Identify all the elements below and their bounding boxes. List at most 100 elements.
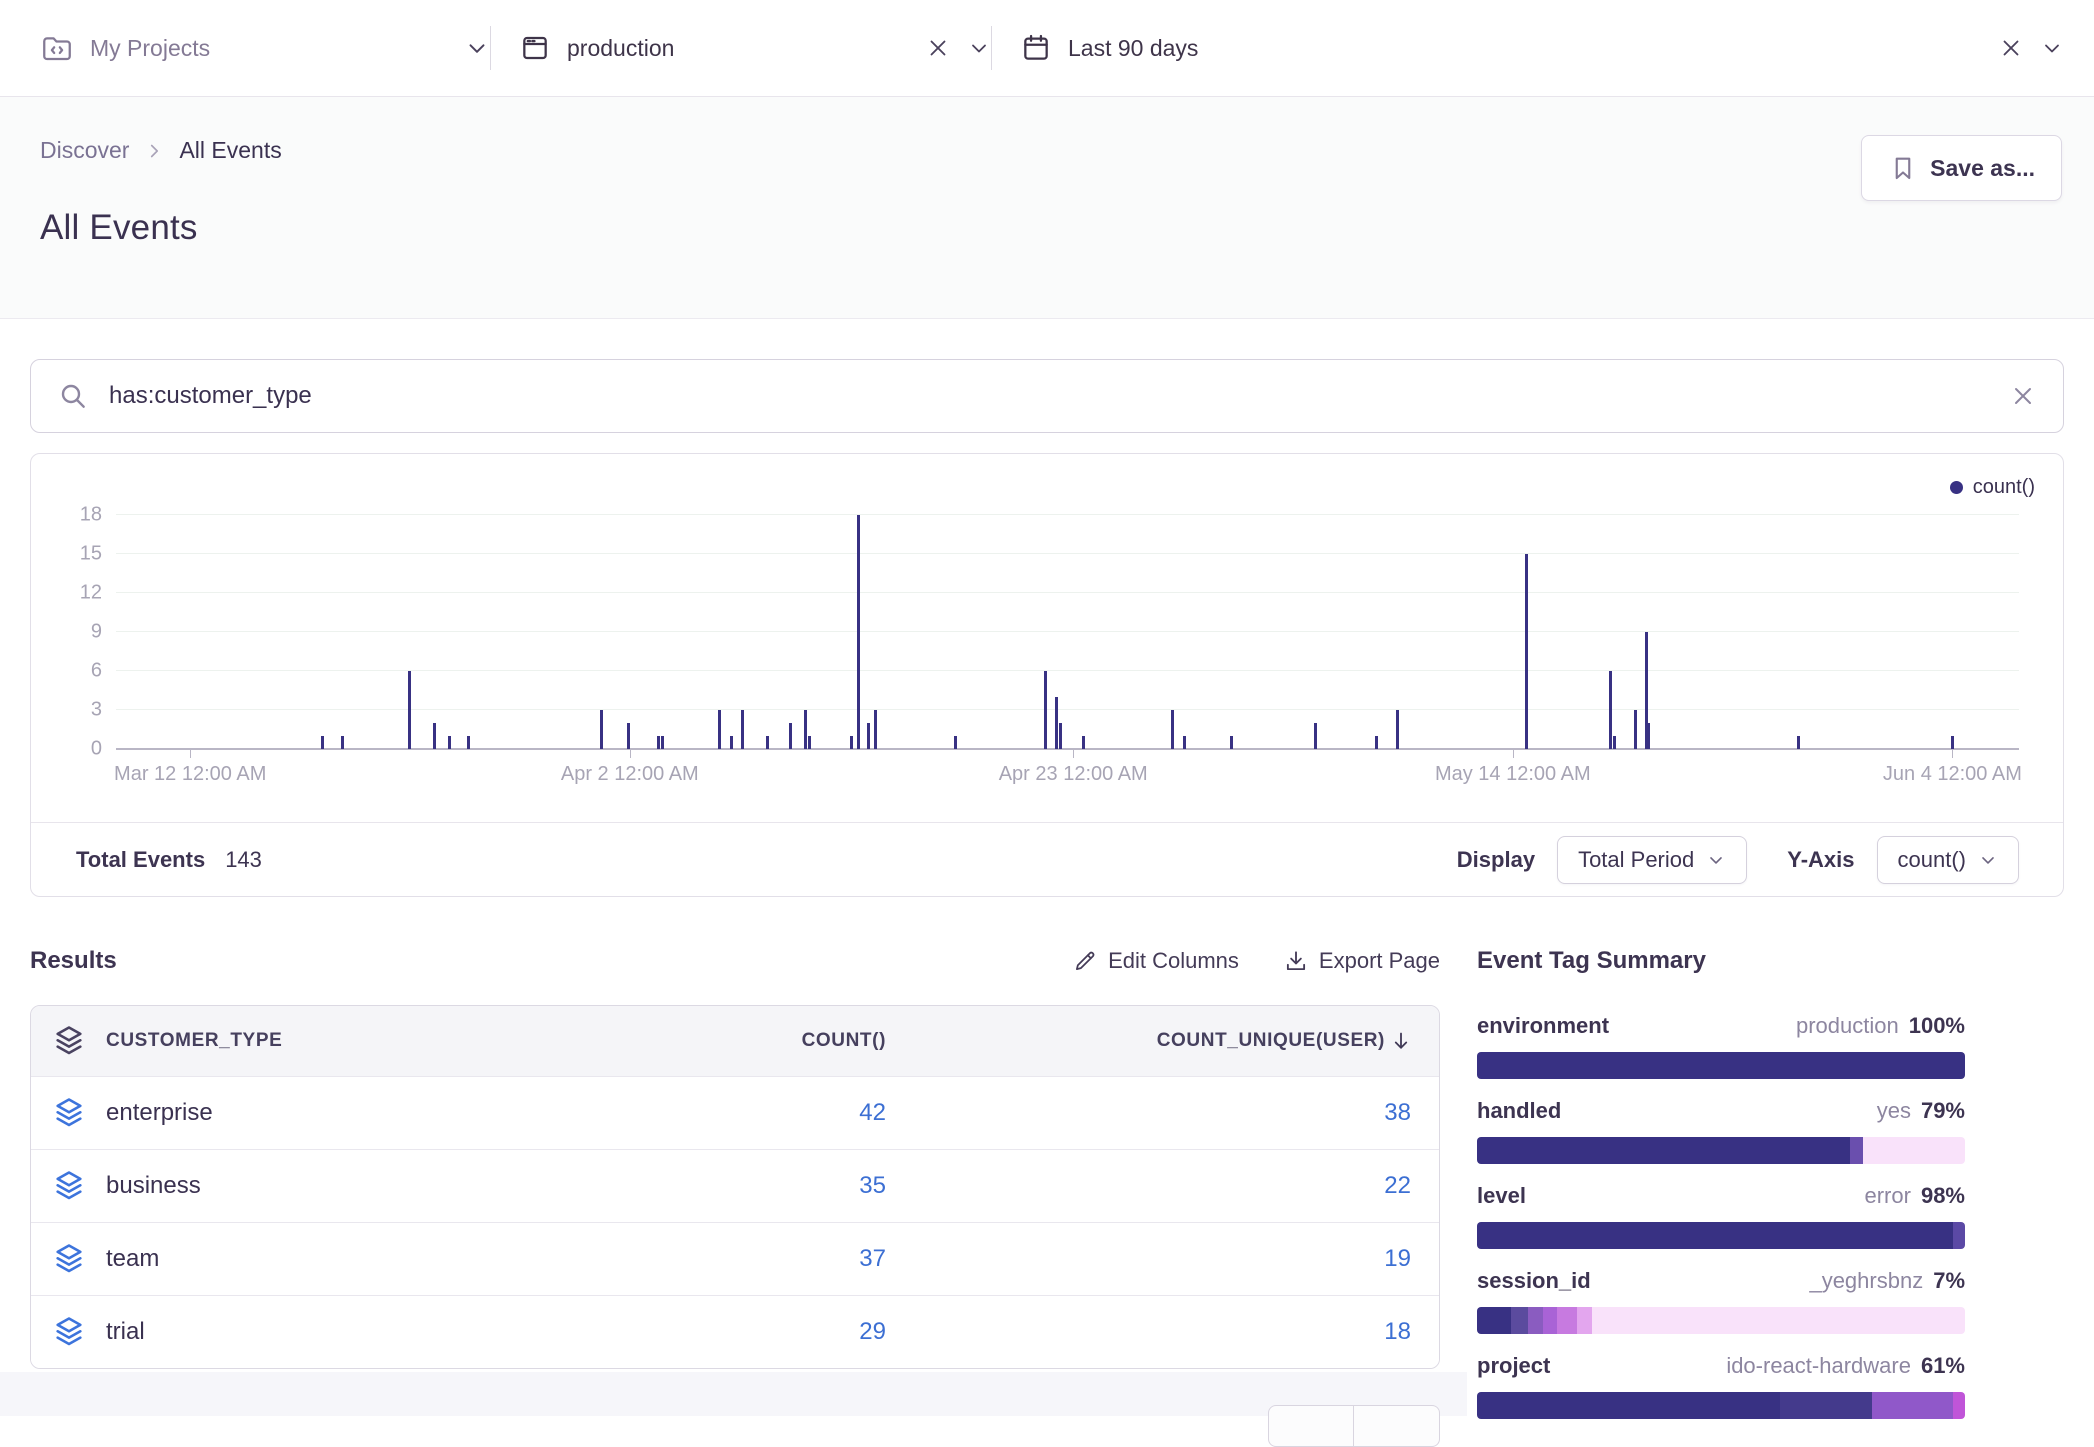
pencil-icon bbox=[1072, 948, 1098, 974]
save-as-button[interactable]: Save as... bbox=[1861, 135, 2062, 201]
tag-name: level bbox=[1477, 1183, 1526, 1209]
gridline bbox=[116, 514, 2019, 515]
row-layers-icon[interactable] bbox=[31, 1169, 106, 1203]
column-header-customer-type[interactable]: CUSTOMER_TYPE bbox=[106, 1030, 606, 1052]
tag-top-value: _yeghrsbnz7% bbox=[1809, 1268, 1965, 1294]
row-layers-icon[interactable] bbox=[31, 1242, 106, 1276]
count-unique-user-link[interactable]: 18 bbox=[886, 1318, 1439, 1346]
x-axis-tick bbox=[1073, 750, 1074, 758]
tag-bar[interactable] bbox=[1477, 1052, 1965, 1079]
column-header-count[interactable]: COUNT() bbox=[606, 1030, 886, 1052]
search-icon bbox=[57, 380, 89, 412]
column-header-count-unique-user[interactable]: COUNT_UNIQUE(USER) bbox=[886, 1029, 1439, 1053]
chart-bar bbox=[718, 710, 721, 749]
x-axis-tick bbox=[630, 750, 631, 758]
y-axis-label: 6 bbox=[54, 660, 102, 683]
close-icon[interactable] bbox=[925, 35, 951, 61]
count-link[interactable]: 29 bbox=[606, 1318, 886, 1346]
chart-footer: Total Events 143 Display Total Period Y-… bbox=[31, 822, 2063, 896]
table-row: enterprise4238 bbox=[31, 1076, 1439, 1149]
chart-bar bbox=[467, 736, 470, 749]
export-page-button[interactable]: Export Page bbox=[1283, 948, 1440, 974]
event-tag-summary: Event Tag Summary environmentproduction1… bbox=[1477, 943, 1965, 1447]
tag-bar-segment bbox=[1477, 1222, 1953, 1249]
chart-plot[interactable]: 0369121518Mar 12 12:00 AMApr 2 12:00 AMA… bbox=[116, 515, 2019, 749]
y-axis-dropdown[interactable]: count() bbox=[1877, 836, 2019, 884]
tag-name: session_id bbox=[1477, 1268, 1591, 1294]
page-title: All Events bbox=[40, 208, 2062, 248]
chart-bar bbox=[808, 736, 811, 749]
date-range-filter[interactable]: Last 90 days bbox=[992, 0, 2064, 96]
layers-icon bbox=[31, 1024, 106, 1058]
results-table-body: enterprise4238 business3522 team3719 tri… bbox=[31, 1076, 1439, 1368]
search-input[interactable] bbox=[107, 381, 1991, 411]
y-axis-dropdown-value: count() bbox=[1898, 847, 1966, 873]
y-axis-label: 9 bbox=[54, 621, 102, 644]
top-bar: My Projects production bbox=[0, 0, 2094, 97]
count-link[interactable]: 37 bbox=[606, 1245, 886, 1273]
chevron-down-icon[interactable] bbox=[967, 36, 991, 60]
tag-bar-segment bbox=[1511, 1307, 1528, 1334]
tag-bar-segment bbox=[1953, 1222, 1965, 1249]
count-link[interactable]: 42 bbox=[606, 1099, 886, 1127]
x-axis-label: May 14 12:00 AM bbox=[1435, 763, 1591, 786]
project-selector[interactable]: My Projects bbox=[40, 0, 490, 96]
tag-top-value: yes79% bbox=[1877, 1098, 1965, 1124]
count-unique-user-link[interactable]: 38 bbox=[886, 1099, 1439, 1127]
count-unique-user-link[interactable]: 19 bbox=[886, 1245, 1439, 1273]
close-icon[interactable] bbox=[1998, 35, 2024, 61]
chevron-down-icon[interactable] bbox=[464, 35, 490, 61]
customer-type-cell: trial bbox=[106, 1318, 606, 1346]
tag-row: environmentproduction100% bbox=[1477, 1013, 1965, 1079]
tag-bar-segment bbox=[1780, 1392, 1873, 1419]
x-axis-label: Mar 12 12:00 AM bbox=[114, 763, 266, 786]
chart-bar bbox=[1314, 723, 1317, 749]
chart-bar bbox=[1396, 710, 1399, 749]
chart-bar bbox=[730, 736, 733, 749]
tag-bar-segment bbox=[1850, 1137, 1862, 1164]
pagination-next-button[interactable] bbox=[1354, 1405, 1440, 1447]
tag-row-header: handledyes79% bbox=[1477, 1098, 1965, 1124]
chart-bar bbox=[1082, 736, 1085, 749]
chart-bar bbox=[627, 723, 630, 749]
tag-row-header: levelerror98% bbox=[1477, 1183, 1965, 1209]
environment-filter[interactable]: production bbox=[491, 0, 991, 96]
tag-bar-segment bbox=[1953, 1392, 1965, 1419]
chart-bar bbox=[661, 736, 664, 749]
chart-bar bbox=[1055, 697, 1058, 749]
tag-bar[interactable] bbox=[1477, 1392, 1965, 1419]
gridline bbox=[116, 709, 2019, 710]
tag-row-header: session_id _yeghrsbnz7% bbox=[1477, 1268, 1965, 1294]
tag-bar[interactable] bbox=[1477, 1137, 1965, 1164]
pagination-previous-button[interactable] bbox=[1268, 1405, 1354, 1447]
breadcrumb-discover-link[interactable]: Discover bbox=[40, 137, 129, 164]
count-link[interactable]: 35 bbox=[606, 1172, 886, 1200]
tag-bar-segment bbox=[1477, 1137, 1850, 1164]
chart-bar bbox=[448, 736, 451, 749]
display-dropdown[interactable]: Total Period bbox=[1557, 836, 1747, 884]
chart-bar bbox=[321, 736, 324, 749]
x-axis-line bbox=[116, 748, 2019, 750]
edit-columns-button[interactable]: Edit Columns bbox=[1072, 948, 1239, 974]
chart-bar bbox=[408, 671, 411, 749]
row-layers-icon[interactable] bbox=[31, 1096, 106, 1130]
tag-bar[interactable] bbox=[1477, 1307, 1965, 1334]
tag-bar[interactable] bbox=[1477, 1222, 1965, 1249]
tag-value: yes bbox=[1877, 1098, 1911, 1124]
tag-bar-segment bbox=[1557, 1307, 1577, 1334]
clear-search-icon[interactable] bbox=[2009, 382, 2037, 410]
row-layers-icon[interactable] bbox=[31, 1315, 106, 1349]
chevron-down-icon[interactable] bbox=[2040, 36, 2064, 60]
tag-top-value: ido-react-hardware61% bbox=[1726, 1353, 1965, 1379]
total-events-label: Total Events bbox=[76, 847, 205, 873]
tag-bar-segment bbox=[1543, 1307, 1558, 1334]
page-header: Discover All Events Save as... All Event… bbox=[0, 97, 2094, 319]
main-content: count() 0369121518Mar 12 12:00 AMApr 2 1… bbox=[0, 319, 2094, 1447]
count-unique-user-link[interactable]: 22 bbox=[886, 1172, 1439, 1200]
gridline bbox=[116, 592, 2019, 593]
events-chart-panel: count() 0369121518Mar 12 12:00 AMApr 2 1… bbox=[30, 453, 2064, 897]
tag-value: ido-react-hardware bbox=[1726, 1353, 1911, 1379]
tag-value: production bbox=[1796, 1013, 1899, 1039]
projects-folder-icon bbox=[40, 31, 74, 65]
tag-bar-segment bbox=[1477, 1052, 1965, 1079]
